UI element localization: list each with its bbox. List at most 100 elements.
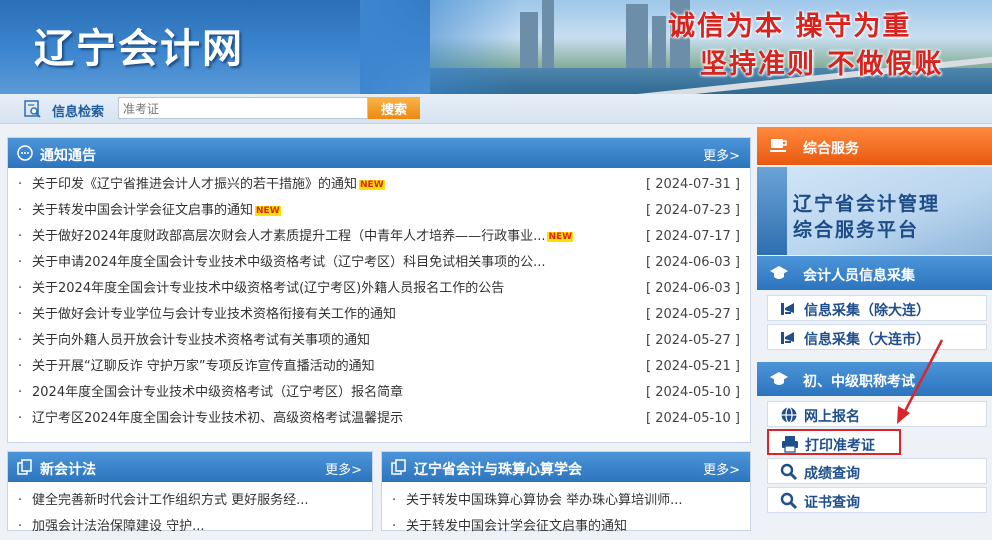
magnifier-icon (780, 463, 798, 481)
notice-date: [ 2024-06-03 ] (646, 281, 740, 296)
notice-date: [ 2024-05-10 ] (646, 411, 740, 426)
accounting-platform-banner[interactable]: 辽宁省会计管理 综合服务平台 (757, 167, 992, 255)
accounting-law-title[interactable]: 健全完善新时代会计工作组织方式 更好服务经... (32, 488, 309, 514)
graduation-cap-icon (770, 266, 788, 279)
notice-date: [ 2024-07-23 ] (646, 203, 740, 218)
notice-title[interactable]: 关于申请2024年度全国会计专业技术中级资格考试（辽宁考区）科目免试相关事项的公… (32, 250, 545, 276)
notice-more-link[interactable]: 更多> (703, 145, 740, 164)
bullet-dot: · (392, 519, 397, 534)
notice-title[interactable]: 关于做好2024年度财政部高层次财会人才素质提升工程（中青年人才培养——行政事业… (32, 224, 574, 250)
new-badge: NEW (359, 179, 385, 190)
notice-title[interactable]: 关于转发中国会计学会征文启事的通知 NEW (32, 198, 281, 224)
search-label: 信息检索 (52, 105, 105, 120)
notice-title-text: 关于开展“辽聊反诈 守护万家”专项反诈宣传直播活动的通知 (32, 359, 375, 374)
notice-item[interactable]: · 关于转发中国会计学会征文启事的通知 NEW [ 2024-07-23 ] (8, 198, 750, 224)
certificate-inquiry-label: 证书查询 (804, 495, 860, 511)
platform-banner-line-2: 综合服务平台 (793, 219, 920, 241)
new-accounting-law-list: · 健全完善新时代会计工作组织方式 更好服务经... · 加强会计法治保障建设 守护.… (8, 482, 372, 540)
abacus-society-title[interactable]: 关于转发中国会计学会征文启事的通知 (406, 514, 627, 540)
globe-icon (781, 406, 797, 424)
header-banner: 辽宁会计网 诚信为本 操守为重 坚持准则 不做假账 (0, 0, 992, 94)
info-collection-dalian-link[interactable]: 信息采集（大连市） (767, 324, 987, 350)
notice-date: [ 2024-05-21 ] (646, 359, 740, 374)
abacus-society-item[interactable]: · 关于转发中国珠算心算协会 举办珠心算培训师... (382, 488, 750, 514)
notice-title-text: 关于转发中国会计学会征文启事的通知 (32, 203, 254, 218)
printer-icon (782, 436, 798, 453)
info-collection-except-dalian-label: 信息采集（除大连） (804, 303, 930, 319)
notice-title[interactable]: 2024年度全国会计专业技术中级资格考试（辽宁考区）报名简章 (32, 380, 403, 406)
new-accounting-law-panel: 新会计法 更多> · 健全完善新时代会计工作组织方式 更好服务经... · 加强会计法… (7, 451, 373, 534)
new-accounting-law-more-link[interactable]: 更多> (325, 459, 362, 478)
slogan-line-2: 坚持准则 不做假账 (700, 49, 944, 80)
notice-title[interactable]: 关于做好会计专业学位与会计专业技术资格衔接有关工作的通知 (32, 302, 396, 328)
chat-icon (17, 145, 33, 161)
notice-item[interactable]: · 关于申请2024年度全国会计专业技术中级资格考试（辽宁考区）科目免试相关事项的… (8, 250, 750, 276)
bullet-dot: · (18, 229, 23, 244)
notice-item[interactable]: · 2024年度全国会计专业技术中级资格考试（辽宁考区）报名简章 [ 2024-05… (8, 380, 750, 406)
accounting-law-title-text: 健全完善新时代会计工作组织方式 更好服务经... (32, 493, 309, 508)
notice-title-text: 关于印发《辽宁省推进会计人才振兴的若干措施》的通知 (32, 177, 358, 192)
notice-date: [ 2024-05-27 ] (646, 307, 740, 322)
bullet-dot: · (18, 493, 23, 508)
online-registration-link[interactable]: 网上报名 (767, 401, 987, 427)
accounting-law-item[interactable]: · 加强会计法治保障建设 守护... (8, 514, 372, 540)
notice-item[interactable]: · 关于印发《辽宁省推进会计人才振兴的若干措施》的通知 NEW [ 2024-07-3… (8, 172, 750, 198)
notice-title-text: 关于向外籍人员开放会计专业技术资格考试有关事项的通知 (32, 333, 371, 348)
notice-item[interactable]: · 关于做好会计专业学位与会计专业技术资格衔接有关工作的通知 [ 2024-05-2… (8, 302, 750, 328)
notice-panel-title: 通知通告 (40, 148, 96, 164)
search-button[interactable]: 搜索 (368, 97, 420, 119)
notice-title[interactable]: 关于印发《辽宁省推进会计人才振兴的若干措施》的通知 NEW (32, 172, 385, 198)
exam-header: 初、中级职称考试 (757, 362, 992, 396)
search-input[interactable] (118, 97, 368, 119)
notice-item[interactable]: · 关于开展“辽聊反诈 守护万家”专项反诈宣传直播活动的通知 [ 2024-05-2… (8, 354, 750, 380)
abacus-society-title-text: 关于转发中国珠算心算协会 举办珠心算培训师... (406, 493, 683, 508)
bullet-dot: · (18, 519, 23, 534)
print-admission-ticket-link[interactable]: 打印准考证 (767, 429, 901, 455)
new-accounting-law-title: 新会计法 (40, 462, 96, 478)
abacus-society-title[interactable]: 关于转发中国珠算心算协会 举办珠心算培训师... (406, 488, 683, 514)
info-collection-except-dalian-link[interactable]: 信息采集（除大连） (767, 295, 987, 321)
notice-list: · 关于印发《辽宁省推进会计人才振兴的若干措施》的通知 NEW[ 2024-07-3… (8, 168, 750, 432)
notice-date: [ 2024-05-10 ] (646, 385, 740, 400)
info-collection-title: 会计人员信息采集 (803, 268, 915, 284)
service-title: 综合服务 (803, 141, 859, 157)
notice-title[interactable]: 辽宁考区2024年度全国会计专业技术初、高级资格考试温馨提示 (32, 406, 403, 432)
notice-title-text: 关于申请2024年度全国会计专业技术中级资格考试（辽宁考区）科目免试相关事项的公… (32, 255, 546, 270)
megaphone-icon (781, 303, 794, 315)
slogan-line-1: 诚信为本 操守为重 (668, 11, 912, 42)
bullet-dot: · (18, 281, 23, 296)
accounting-law-item[interactable]: · 健全完善新时代会计工作组织方式 更好服务经... (8, 488, 372, 514)
notice-title-text: 辽宁考区2024年度全国会计专业技术初、高级资格考试温馨提示 (32, 411, 404, 426)
score-inquiry-label: 成绩查询 (804, 466, 860, 482)
search-bar: 信息检索 搜索 (0, 94, 992, 124)
abacus-society-more-link[interactable]: 更多> (703, 459, 740, 478)
copy-icon (17, 459, 32, 475)
notice-title[interactable]: 关于2024年度全国会计专业技术中级资格考试(辽宁考区)外籍人员报名工作的公告 (32, 276, 504, 302)
bullet-dot: · (18, 385, 23, 400)
magnifier-icon (780, 492, 798, 510)
platform-banner-line-1: 辽宁省会计管理 (793, 193, 941, 215)
accounting-law-title[interactable]: 加强会计法治保障建设 守护... (32, 514, 205, 540)
cup-icon (770, 139, 787, 152)
notice-title-text: 关于做好2024年度财政部高层次财会人才素质提升工程（中青年人才培养——行政事业… (32, 229, 546, 244)
megaphone-icon (781, 332, 794, 344)
abacus-society-title: 辽宁省会计与珠算心算学会 (414, 462, 582, 478)
site-logo-title[interactable]: 辽宁会计网 (34, 16, 244, 74)
bullet-dot: · (18, 333, 23, 348)
bullet-dot: · (18, 307, 23, 322)
notice-title[interactable]: 关于向外籍人员开放会计专业技术资格考试有关事项的通知 (32, 328, 370, 354)
bullet-dot: · (18, 203, 23, 218)
print-admission-ticket-label: 打印准考证 (805, 438, 875, 454)
certificate-inquiry-link[interactable]: 证书查询 (767, 487, 987, 513)
notice-item[interactable]: · 关于2024年度全国会计专业技术中级资格考试(辽宁考区)外籍人员报名工作的公告… (8, 276, 750, 302)
notice-date: [ 2024-05-27 ] (646, 333, 740, 348)
bullet-dot: · (392, 493, 397, 508)
notice-title[interactable]: 关于开展“辽聊反诈 守护万家”专项反诈宣传直播活动的通知 (32, 354, 375, 380)
accounting-law-title-text: 加强会计法治保障建设 守护... (32, 519, 205, 534)
graduation-cap-icon (770, 372, 788, 385)
score-inquiry-link[interactable]: 成绩查询 (767, 458, 987, 484)
notice-item[interactable]: · 关于做好2024年度财政部高层次财会人才素质提升工程（中青年人才培养——行政事… (8, 224, 750, 250)
notice-item[interactable]: · 辽宁考区2024年度全国会计专业技术初、高级资格考试温馨提示 [ 2024-05… (8, 406, 750, 432)
notice-item[interactable]: · 关于向外籍人员开放会计专业技术资格考试有关事项的通知 [ 2024-05-27 … (8, 328, 750, 354)
abacus-society-item[interactable]: · 关于转发中国会计学会征文启事的通知 (382, 514, 750, 540)
